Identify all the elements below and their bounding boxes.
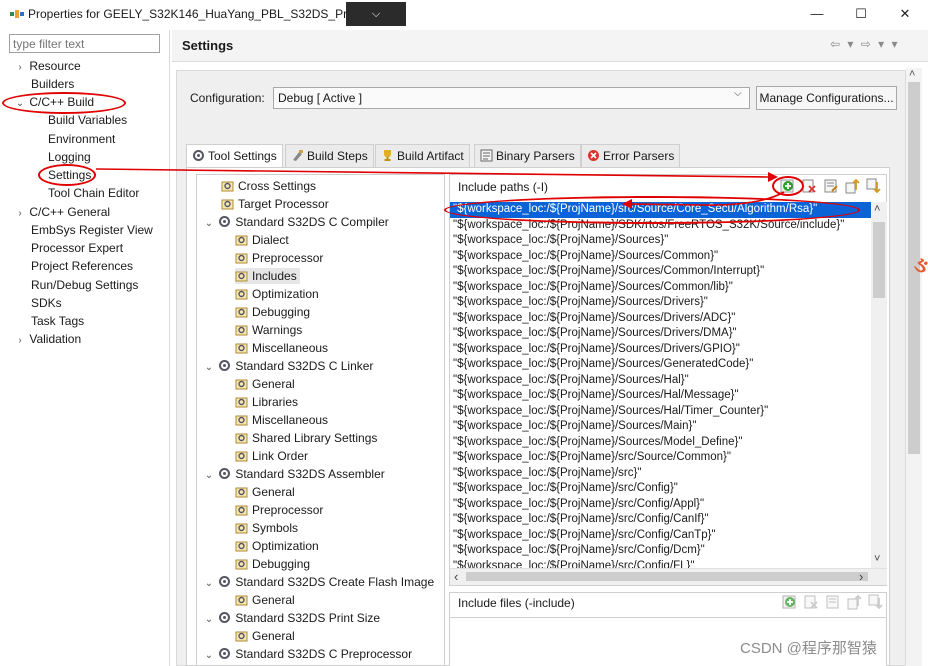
- annotation-arrow-line: [95, 168, 769, 178]
- annotation-arrow-head-2: [622, 199, 632, 209]
- annotation-arrow-line-2: [629, 191, 785, 206]
- annotation-arrow-head: [768, 172, 778, 182]
- annotation-arrows: [95, 168, 785, 209]
